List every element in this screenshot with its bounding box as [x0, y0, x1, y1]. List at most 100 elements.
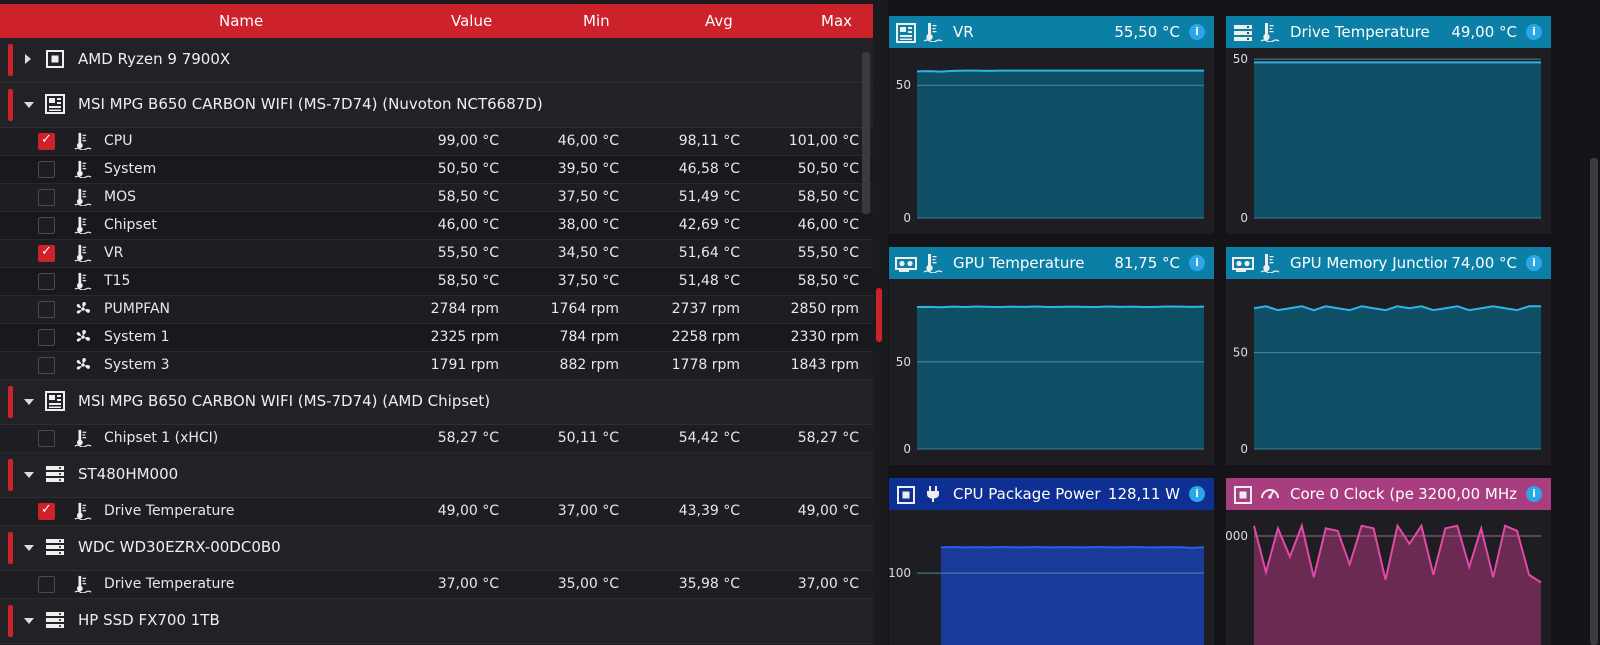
sensor-checkbox[interactable] [38, 132, 55, 150]
sensor-chart-panel[interactable]: GPU Memory Junction 74,00 °C i 50 0 [1226, 247, 1551, 465]
sensor-checkbox[interactable] [38, 502, 55, 520]
area-chart: 100 [889, 545, 1205, 645]
info-icon[interactable]: i [1526, 24, 1542, 40]
chevron-down-icon[interactable] [24, 102, 34, 108]
header-value[interactable]: Value [451, 12, 492, 30]
thermometer-icon [74, 244, 92, 263]
splitter-handle[interactable] [876, 288, 882, 342]
sensor-row[interactable]: Drive Temperature 37,00 °C 35,00 °C 35,98 °… [0, 571, 873, 599]
sensor-avg: 42,69 °C [678, 217, 740, 233]
info-icon[interactable]: i [1189, 24, 1205, 40]
sensor-chart-panel[interactable]: CPU Package Power 128,11 W i 100 [889, 478, 1214, 645]
info-icon[interactable]: i [1189, 486, 1205, 502]
power-plug-icon [923, 484, 943, 504]
panel-header[interactable]: Core 0 Clock (perf #1/1)3200,00 MHzi [1226, 478, 1551, 510]
chevron-down-icon[interactable] [24, 545, 34, 551]
header-min[interactable]: Min [583, 12, 610, 30]
sensor-row[interactable]: MOS 58,50 °C 37,50 °C 51,49 °C 58,50 °C [0, 184, 873, 212]
sensor-row[interactable]: Drive Temperature 49,00 °C 37,00 °C 43,39 °… [0, 498, 873, 526]
sensor-row[interactable]: System 3 1791 rpm 882 rpm 1778 rpm 1843 rpm [0, 352, 873, 380]
y-tick-label: 0 [1240, 211, 1248, 225]
sensor-row[interactable]: System 50,50 °C 39,50 °C 46,58 °C 50,50 °C [0, 156, 873, 184]
group-name: WDC WD30EZRX-00DC0B0 [78, 538, 281, 556]
sensor-checkbox[interactable] [38, 161, 55, 178]
panel-header[interactable]: VR 55,50 °C i [889, 16, 1214, 48]
sensor-min: 34,50 °C [557, 245, 619, 261]
sensor-avg: 51,64 °C [678, 245, 740, 261]
group-row[interactable]: WDC WD30EZRX-00DC0B0 [0, 526, 873, 571]
sensor-checkbox[interactable] [38, 430, 55, 447]
sensor-name: Drive Temperature [104, 576, 235, 592]
sensor-value: 55,50 °C [437, 245, 499, 261]
group-row[interactable]: AMD Ryzen 9 7900X [0, 38, 873, 83]
sensor-row[interactable]: PUMPFAN 2784 rpm 1764 rpm 2737 rpm 2850 rpm [0, 296, 873, 324]
sensor-checkbox[interactable] [38, 244, 55, 262]
sensor-row[interactable]: Chipset 1 (xHCI) 58,27 °C 50,11 °C 54,42 °C… [0, 425, 873, 453]
area-chart: 50 0 [896, 305, 1205, 456]
chevron-right-icon[interactable] [25, 54, 31, 64]
sensor-chart-panel[interactable]: GPU Temperature 81,75 °C i 50 0 [889, 247, 1214, 465]
panel-header[interactable]: Drive Temperature 49,00 °C i [1226, 16, 1551, 48]
group-row[interactable]: HP SSD FX700 1TB [0, 599, 873, 644]
chevron-down-icon[interactable] [24, 618, 34, 624]
sensor-min: 39,50 °C [557, 161, 619, 177]
sensor-value: 58,27 °C [437, 430, 499, 446]
sensor-row[interactable]: Chipset 46,00 °C 38,00 °C 42,69 °C 46,00 °C [0, 212, 873, 240]
sensor-name: System [104, 161, 157, 177]
drive-icon [44, 536, 66, 558]
panel-title: Drive Temperature [1290, 23, 1430, 41]
thermometer-icon [74, 188, 92, 207]
sensor-chart-panel[interactable]: VR 55,50 °C i 50 0 [889, 16, 1214, 234]
sensor-avg: 35,98 °C [678, 576, 740, 592]
sensor-row[interactable]: CPU 99,00 °C 46,00 °C 98,11 °C 101,00 °C [0, 128, 873, 156]
sensor-checkbox[interactable] [38, 273, 55, 290]
sensor-min: 37,00 °C [557, 503, 619, 519]
info-icon[interactable]: i [1526, 486, 1542, 502]
panels-scrollbar[interactable] [1590, 158, 1598, 645]
sensor-checkbox[interactable] [38, 357, 55, 374]
header-avg[interactable]: Avg [705, 12, 733, 30]
sensor-checkbox[interactable] [38, 301, 55, 318]
sensor-row[interactable]: T15 58,50 °C 37,50 °C 51,48 °C 58,50 °C [0, 268, 873, 296]
sensor-min: 882 rpm [559, 357, 619, 373]
chevron-down-icon[interactable] [24, 399, 34, 405]
thermometer-icon [1260, 22, 1280, 43]
drive-icon [44, 609, 66, 631]
sensor-max: 2850 rpm [790, 301, 859, 317]
group-row[interactable]: MSI MPG B650 CARBON WIFI (MS-7D74) (Nuvo… [0, 83, 873, 128]
sensor-avg: 2258 rpm [671, 329, 740, 345]
panel-header[interactable]: CPU Package Power 128,11 W i [889, 478, 1214, 510]
header-name[interactable]: Name [219, 12, 263, 30]
panel-value: 128,11 W [1103, 485, 1180, 503]
motherboard-icon [44, 93, 66, 115]
group-row[interactable]: ST480HM000 [0, 453, 873, 498]
sensor-max: 1843 rpm [790, 357, 859, 373]
thermometer-icon [74, 272, 92, 291]
info-icon[interactable]: i [1189, 255, 1205, 271]
header-max[interactable]: Max [821, 12, 852, 30]
sensor-max: 46,00 °C [797, 217, 859, 233]
table-scrollbar[interactable] [862, 52, 870, 214]
sensor-name: VR [104, 245, 124, 261]
panel-header[interactable]: GPU Temperature 81,75 °C i [889, 247, 1214, 279]
sensor-row[interactable]: VR 55,50 °C 34,50 °C 51,64 °C 55,50 °C [0, 240, 873, 268]
thermometer-icon [74, 132, 92, 151]
sensor-chart-panel[interactable]: Core 0 Clock (perf #1/1)3200,00 MHzi 5000 [1226, 478, 1551, 645]
sensor-checkbox[interactable] [38, 329, 55, 346]
sensor-chart-panel[interactable]: Drive Temperature 49,00 °C i 50 0 [1226, 16, 1551, 234]
panel-title: CPU Package Power [953, 485, 1101, 503]
sensor-name: PUMPFAN [104, 301, 171, 317]
group-row[interactable]: MSI MPG B650 CARBON WIFI (MS-7D74) (AMD … [0, 380, 873, 425]
panel-header[interactable]: GPU Memory Junction 74,00 °C i [1226, 247, 1551, 279]
info-icon[interactable]: i [1526, 255, 1542, 271]
sensor-checkbox[interactable] [38, 217, 55, 234]
sensor-name: Chipset [104, 217, 157, 233]
sensor-checkbox[interactable] [38, 576, 55, 593]
sensor-min: 37,50 °C [557, 273, 619, 289]
sensor-row[interactable]: System 1 2325 rpm 784 rpm 2258 rpm 2330 rpm [0, 324, 873, 352]
thermometer-icon [74, 429, 92, 448]
sensor-value: 49,00 °C [437, 503, 499, 519]
y-tick-label: 5000 [1226, 529, 1248, 543]
sensor-checkbox[interactable] [38, 189, 55, 206]
chevron-down-icon[interactable] [24, 472, 34, 478]
